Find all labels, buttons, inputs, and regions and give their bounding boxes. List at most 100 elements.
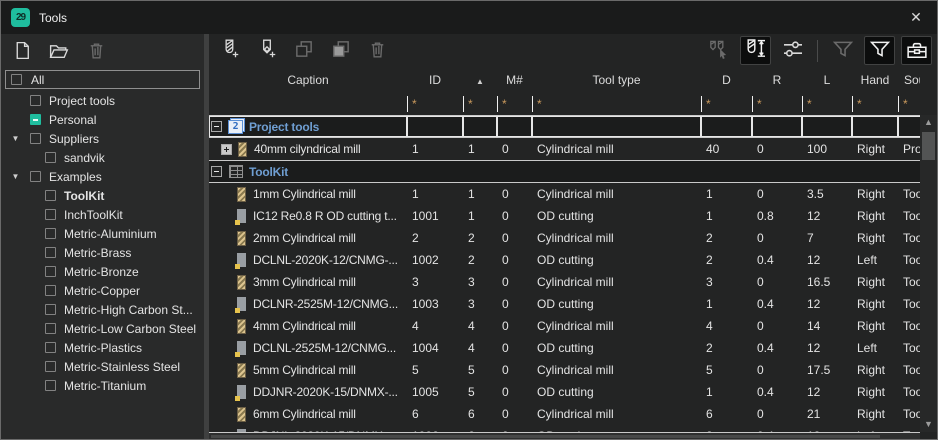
tree-item-inchtoolkit[interactable]: InchToolKit [5,205,200,224]
close-button[interactable]: ✕ [905,7,927,29]
table-row[interactable]: 3mm Cylindrical mill330Cylindrical mill3… [209,271,920,293]
tree-checkbox[interactable] [45,152,56,163]
cell-id: 1001 [407,205,463,227]
hscrollbar-thumb[interactable] [211,435,880,438]
select-tools-button[interactable] [703,36,734,65]
cell-d: 5 [701,359,752,381]
filter-cell-m[interactable]: * [497,93,532,115]
tree-checkbox[interactable] [45,190,56,201]
filter-cell-tool_type[interactable]: * [532,93,701,115]
tree-checkbox[interactable] [45,342,56,353]
column-header-id[interactable]: ID [407,73,463,87]
tree-checkbox[interactable] [45,361,56,372]
collapse-icon[interactable] [211,121,222,132]
horizontal-scrollbar[interactable] [209,432,920,439]
open-library-button[interactable] [46,39,72,65]
tree-item-examples[interactable]: ▼Examples [5,167,200,186]
table-row[interactable]: 6mm Cylindrical mill660Cylindrical mill6… [209,403,920,425]
table-row[interactable]: DDJNR-2020K-15/DNMX-...100550OD cutting1… [209,381,920,403]
tree-checkbox[interactable] [45,323,56,334]
tree-checkbox[interactable] [45,304,56,315]
duplicate-tool-button[interactable] [325,36,356,65]
chevron-down-icon[interactable]: ▼ [9,172,22,181]
tree-item-metric-plastics[interactable]: Metric-Plastics [5,338,200,357]
tree-item-project-tools[interactable]: Project tools [5,91,200,110]
copy-tool-button[interactable] [288,36,319,65]
group-row-toolkit[interactable]: ToolKit [209,160,920,183]
column-header-l[interactable]: L [802,73,852,87]
filter-cell-caption[interactable] [209,93,407,115]
tree-item-metric-low-carbon-steel[interactable]: Metric-Low Carbon Steel [5,319,200,338]
filter-cell-r[interactable]: * [752,93,802,115]
chevron-down-icon[interactable]: ▼ [9,134,22,143]
expand-icon[interactable] [221,144,232,155]
table-row[interactable]: DCLNL-2525M-12/CNMG...100440OD cutting20… [209,337,920,359]
tree-checkbox[interactable] [45,266,56,277]
column-header-caption[interactable]: Caption [209,73,407,87]
delete-tool-button[interactable] [362,36,393,65]
table-row[interactable]: 2mm Cylindrical mill220Cylindrical mill2… [209,227,920,249]
tree-item-personal[interactable]: Personal [5,110,200,129]
tree-checkbox[interactable] [30,95,41,106]
scroll-down-icon[interactable]: ▼ [920,417,937,432]
column-header-source[interactable]: Source [898,73,920,87]
new-library-button[interactable] [9,39,35,65]
column-header-m[interactable]: M# [497,73,532,87]
filter-cell-no[interactable]: * [463,93,497,115]
tool-dimensions-button[interactable] [740,36,771,65]
column-header-r[interactable]: R [752,73,802,87]
filter-cell-d[interactable]: * [701,93,752,115]
tree-item-sandvik[interactable]: sandvik [5,148,200,167]
column-header-hand[interactable]: Hand [852,73,898,87]
clear-filter-button[interactable] [827,36,858,65]
scrollbar-thumb[interactable] [922,132,935,160]
tree-checkbox[interactable] [45,380,56,391]
table-row[interactable]: 4mm Cylindrical mill440Cylindrical mill4… [209,315,920,337]
group-row-project-tools[interactable]: 2Project tools [209,115,920,138]
cell-d: 1 [701,205,752,227]
tree-checkbox[interactable] [45,209,56,220]
tree-item-metric-bronze[interactable]: Metric-Bronze [5,262,200,281]
column-header-sort[interactable]: ▲ [463,73,497,87]
table-row[interactable]: DCLNR-2525M-12/CNMG...100330OD cutting10… [209,293,920,315]
table-row[interactable]: 1mm Cylindrical mill110Cylindrical mill1… [209,183,920,205]
filter-cell-id[interactable]: * [407,93,463,115]
delete-library-button[interactable] [83,39,109,65]
filter-cell-l[interactable]: * [802,93,852,115]
tree-checkbox[interactable] [30,114,41,125]
tree-checkbox[interactable] [30,133,41,144]
filter-cell-hand[interactable]: * [852,93,898,115]
cell-hand: Right [852,381,898,403]
tree-item-metric-aluminium[interactable]: Metric-Aluminium [5,224,200,243]
table-row[interactable]: 5mm Cylindrical mill550Cylindrical mill5… [209,359,920,381]
column-header-d[interactable]: D [701,73,752,87]
table-row[interactable]: DCLNL-2020K-12/CNMG-...100220OD cutting2… [209,249,920,271]
column-header-tool-type[interactable]: Tool type [532,73,701,87]
tree-item-metric-high-carbon-st[interactable]: Metric-High Carbon St... [5,300,200,319]
tree-item-metric-titanium[interactable]: Metric-Titanium [5,376,200,395]
add-mill-tool-button[interactable] [214,36,245,65]
collapse-icon[interactable] [211,166,222,177]
table-row[interactable]: DDJNL-2020K-15/DNMX...100660OD cutting20… [209,425,920,432]
add-lathe-tool-button[interactable] [251,36,282,65]
library-sidebar: All Project toolsPersonal▼Supplierssandv… [1,34,204,439]
toolbox-button[interactable] [901,36,932,65]
tree-item-all[interactable]: All [5,70,200,89]
tree-checkbox[interactable] [45,228,56,239]
all-checkbox[interactable] [11,74,22,85]
view-options-button[interactable] [777,36,808,65]
vertical-scrollbar[interactable]: ▲ ▼ [920,115,937,432]
filter-cell-source[interactable]: * [898,93,920,115]
tree-item-suppliers[interactable]: ▼Suppliers [5,129,200,148]
tree-item-toolkit[interactable]: ToolKit [5,186,200,205]
tree-item-metric-stainless-steel[interactable]: Metric-Stainless Steel [5,357,200,376]
tree-item-metric-brass[interactable]: Metric-Brass [5,243,200,262]
filter-button[interactable] [864,36,895,65]
tree-checkbox[interactable] [45,247,56,258]
scroll-up-icon[interactable]: ▲ [920,115,937,130]
tree-checkbox[interactable] [30,171,41,182]
tree-item-metric-copper[interactable]: Metric-Copper [5,281,200,300]
table-row[interactable]: IC12 Re0.8 R OD cutting t...100110OD cut… [209,205,920,227]
table-row[interactable]: 40mm cilyndrical mill110Cylindrical mill… [209,138,920,160]
tree-checkbox[interactable] [45,285,56,296]
